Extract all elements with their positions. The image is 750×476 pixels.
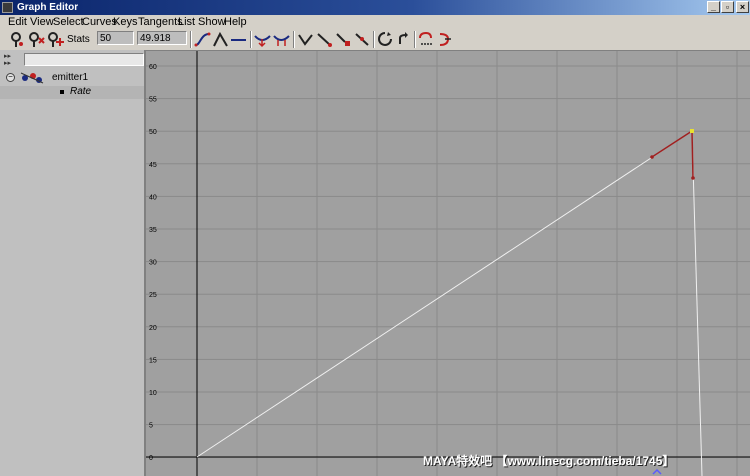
break-tangents-icon[interactable]: [253, 30, 272, 49]
menu-edit[interactable]: Edit: [8, 16, 27, 28]
insert-keys-icon[interactable]: [27, 30, 46, 49]
maya-app-icon: [2, 2, 13, 13]
graph-view[interactable]: 60 55 50 45 40 35 30 25 20 15 10 5 0: [146, 51, 750, 476]
y-tick-label: 50: [149, 129, 157, 136]
y-tick-label: 35: [149, 227, 157, 234]
curve-outliner: ▸▸ ▸▸ − emitter1 Rate: [0, 50, 146, 476]
y-tick-label: 0: [149, 455, 153, 462]
menu-curves[interactable]: Curves: [82, 16, 117, 28]
y-tick-label: 20: [149, 325, 157, 332]
post-infinity-icon[interactable]: [435, 30, 454, 49]
cursor-marker-icon: [652, 468, 662, 475]
toolbar-separator: [293, 31, 295, 48]
y-tick-label: 25: [149, 292, 157, 299]
move-keys-icon[interactable]: [7, 30, 26, 49]
y-tick-label: 15: [149, 357, 157, 364]
linear-tangent-icon[interactable]: [229, 30, 248, 49]
menu-tangents[interactable]: Tangents: [138, 16, 183, 28]
menu-view[interactable]: View: [30, 16, 54, 28]
window-title: Graph Editor: [17, 2, 79, 13]
add-keys-icon[interactable]: [46, 30, 65, 49]
cycle-offset-icon[interactable]: [394, 30, 413, 49]
stats-label: Stats: [67, 34, 90, 45]
in-tangent-point[interactable]: [650, 155, 654, 159]
menu-show[interactable]: Show: [198, 16, 226, 28]
cycle-infinity-icon[interactable]: [376, 30, 395, 49]
emitter-icon: [20, 72, 44, 84]
clamped-tangent-icon[interactable]: [211, 30, 230, 49]
plateau-tangent-icon[interactable]: [334, 30, 353, 49]
menu-select[interactable]: Select: [53, 16, 84, 28]
flat-tangent-icon[interactable]: [296, 30, 315, 49]
menu-help[interactable]: Help: [224, 16, 247, 28]
pre-infinity-icon[interactable]: [417, 30, 436, 49]
y-tick-label: 10: [149, 390, 157, 397]
y-tick-label: 30: [149, 260, 157, 267]
collapse-icon[interactable]: −: [6, 73, 15, 82]
graph-toolbar: Stats 50 49.918: [0, 29, 750, 51]
close-button[interactable]: ×: [736, 1, 749, 13]
outliner-filter-input[interactable]: [24, 53, 144, 66]
minimize-button[interactable]: _: [707, 1, 720, 13]
selected-keyframe[interactable]: [690, 129, 694, 133]
watermark-text: MAYA特效吧 【www.linecg.com/tieba/1745】: [423, 454, 675, 468]
menu-keys[interactable]: Keys: [113, 16, 137, 28]
grid-lines: [146, 51, 750, 476]
y-tick-label: 40: [149, 194, 157, 201]
toolbar-separator: [250, 31, 252, 48]
menu-list[interactable]: List: [178, 16, 195, 28]
out-tangent-point[interactable]: [691, 176, 695, 180]
fixed-tangent-icon[interactable]: [353, 30, 372, 49]
in-tangent-handle[interactable]: [651, 130, 693, 158]
y-tick-label: 45: [149, 162, 157, 169]
menu-bar: Edit View Select Curves Keys Tangents Li…: [0, 15, 750, 30]
node-label: emitter1: [52, 72, 89, 83]
y-tick-label: 5: [149, 423, 153, 430]
maximize-button[interactable]: ▫: [721, 1, 734, 13]
outliner-attribute-rate[interactable]: Rate: [0, 86, 144, 99]
y-tick-label: 55: [149, 97, 157, 104]
outliner-filter-buttons[interactable]: ▸▸ ▸▸: [4, 53, 21, 67]
title-bar: Graph Editor _ ▫ ×: [0, 0, 750, 15]
toolbar-separator: [373, 31, 375, 48]
graph-canvas[interactable]: 605550454035302520151050: [146, 51, 750, 476]
step-tangent-icon[interactable]: [315, 30, 334, 49]
y-tick-label: 60: [149, 64, 157, 71]
toolbar-separator: [414, 31, 416, 48]
unify-tangents-icon[interactable]: [272, 30, 291, 49]
spline-tangent-icon[interactable]: [193, 30, 212, 49]
out-tangent-handle[interactable]: [691, 130, 694, 179]
outliner-node-emitter[interactable]: − emitter1: [0, 71, 144, 84]
value-field[interactable]: 49.918: [137, 31, 187, 45]
frame-field[interactable]: 50: [97, 31, 134, 45]
toolbar-separator: [190, 31, 192, 48]
attribute-bullet-icon: [60, 90, 64, 94]
y-axis-tick-labels: 605550454035302520151050: [149, 64, 157, 462]
attribute-label: Rate: [70, 86, 92, 97]
